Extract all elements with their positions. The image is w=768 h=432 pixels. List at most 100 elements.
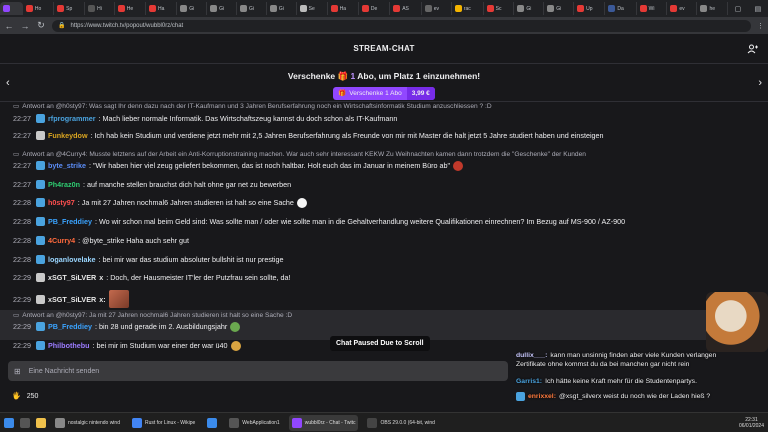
message-username[interactable]: xSGT_SiLVER — [48, 294, 96, 305]
message-username[interactable]: Philbothebu — [48, 340, 90, 351]
webcam-cat-image — [706, 292, 768, 352]
browser-tab[interactable]: he — [697, 2, 728, 15]
message-username[interactable]: xSGT_SiLVER — [48, 272, 96, 283]
tab-favicon — [670, 5, 678, 12]
chevron-left-icon[interactable]: ‹ — [6, 77, 10, 89]
browser-tab[interactable]: Gi — [177, 2, 208, 15]
browser-tab[interactable]: Gi — [237, 2, 267, 15]
browser-tab[interactable] — [0, 2, 23, 15]
message-username[interactable]: byte_strike — [48, 160, 86, 171]
chat-input[interactable]: ⊞ Eine Nachricht senden — [8, 361, 508, 381]
tab-favicon — [88, 5, 96, 12]
message-username[interactable]: h0sty97 — [48, 197, 75, 208]
tab-favicon — [117, 5, 125, 12]
browser-tab[interactable]: De — [359, 2, 391, 15]
browser-tab[interactable]: Sc — [484, 2, 515, 15]
channel-points[interactable]: 🖐 250 — [12, 392, 39, 401]
tab-label: Ha — [339, 5, 347, 12]
forward-icon[interactable]: → — [20, 21, 30, 31]
tab-favicon — [454, 5, 462, 12]
overlay-message: Zertifikate ohne kommst du da bei manche… — [516, 361, 689, 368]
message-username[interactable]: loganlovelake — [48, 254, 96, 265]
os-taskbar: nostalgic nintendo wind Rust for Linux - … — [0, 412, 768, 432]
username-suffix[interactable]: x: — [99, 294, 105, 305]
taskbar-app[interactable] — [204, 415, 220, 431]
browser-tab[interactable]: rac — [452, 2, 484, 15]
browser-tab[interactable]: AS — [390, 2, 422, 15]
reply-context: ▭ Antwort an @h0sty97: Ja mit 27 Jahren n… — [13, 311, 292, 320]
chat-message-list[interactable]: ▭ Antwort an @h0sty97: Was sagt Ihr denn … — [0, 102, 768, 356]
tab-favicon — [57, 5, 65, 12]
browser-tab[interactable]: He — [115, 2, 146, 15]
taskbar-app[interactable]: OBS 29.0.0 (64-bit, wind — [364, 415, 437, 431]
browser-tab[interactable]: Gi — [267, 2, 297, 15]
message-text: : Wo wir schon mal beim Geld sind: Was s… — [94, 217, 626, 226]
message-timestamp: 22:29 — [13, 322, 31, 331]
tab-favicon — [608, 5, 616, 12]
points-value: 250 — [26, 392, 39, 400]
browser-tab[interactable]: Ho — [23, 2, 55, 15]
window-controls[interactable]: ▢ ▤ — [728, 5, 768, 13]
browser-tab[interactable]: Da — [605, 2, 637, 15]
browser-tab[interactable]: Up — [574, 2, 606, 15]
chat-message: 22:29 xSGT_SiLVER x: — [13, 290, 129, 308]
emote-picker-icon[interactable]: ⊞ — [14, 367, 21, 376]
browser-tab[interactable]: Gi — [514, 2, 545, 15]
browser-tab[interactable]: Gi — [207, 2, 237, 15]
tab-label: Up — [586, 5, 593, 12]
message-text: : auf manche stellen brauchst dich halt … — [82, 180, 292, 189]
browser-tab[interactable]: Ha — [328, 2, 359, 15]
browser-tab[interactable]: Se — [297, 2, 328, 15]
tab-label: Sp — [66, 5, 73, 12]
emote-icon — [108, 290, 129, 308]
address-bar[interactable]: 🔒 https://www.twitch.tv/popout/wubbl0rz/… — [52, 19, 751, 32]
chat-message: 22:29 Philbothebu: bei mir im Studium war… — [13, 340, 241, 351]
app-label: Rust for Linux - Wikipe — [144, 419, 196, 426]
chevron-right-icon[interactable]: › — [758, 77, 762, 89]
reload-icon[interactable]: ↻ — [36, 20, 46, 31]
users-icon[interactable] — [747, 43, 759, 55]
files-icon[interactable] — [36, 417, 46, 428]
tab-favicon — [547, 5, 555, 12]
start-icon[interactable] — [4, 417, 14, 428]
message-username[interactable]: Funkeydow — [48, 130, 88, 141]
taskbar-app[interactable]: WebApplication1 — [226, 415, 282, 431]
browser-tab[interactable]: Sp — [54, 2, 86, 15]
app-label: OBS 29.0.0 (64-bit, wind — [380, 419, 435, 426]
message-username[interactable]: PB_Freddiey — [48, 216, 92, 227]
gift-headline: Verschenke 🎁 1 Abo, um Platz 1 einzunehm… — [287, 71, 481, 81]
subscriber-badge-icon — [36, 161, 45, 170]
app-icon — [229, 417, 240, 428]
chat-paused-button[interactable]: Chat Paused Due to Scroll — [330, 336, 430, 351]
browser-tab[interactable]: Hi — [85, 2, 115, 15]
message-timestamp: 22:27 — [13, 161, 31, 170]
taskbar-app[interactable]: wubbl0rz - Chat - Twitc — [288, 414, 359, 431]
back-icon[interactable]: ← — [4, 21, 14, 31]
chat-message: 22:29 xSGT_SiLVER x: Doch, der Hausmeister… — [13, 272, 291, 283]
message-username[interactable]: PB_Freddiey — [48, 321, 92, 332]
url-text: https://www.twitch.tv/popout/wubbl0rz/ch… — [70, 22, 184, 29]
browser-tab[interactable]: ev — [667, 2, 698, 15]
taskbar-app[interactable]: nostalgic nintendo wind — [52, 415, 123, 431]
browser-tab[interactable]: ev — [422, 2, 452, 15]
tab-label: ev — [433, 5, 439, 12]
username-suffix[interactable]: x — [99, 272, 103, 283]
gift-sub-button[interactable]: 🎁 Verschenke 1 Abo 3,99 € — [333, 86, 435, 100]
message-username[interactable]: rfprogrammer — [48, 113, 96, 124]
message-text: : Mach lieber normale Informatik. Das Wi… — [98, 114, 398, 123]
browser-tab[interactable]: Ha — [146, 2, 178, 15]
reply-icon: ▭ — [13, 103, 20, 110]
browser-tab[interactable]: Wi — [637, 2, 668, 15]
message-timestamp: 22:29 — [13, 294, 31, 304]
extension-icon[interactable]: ⋮ — [757, 22, 764, 30]
tab-label: Gi — [219, 5, 225, 12]
message-username[interactable]: Ph4raz0n — [48, 179, 80, 190]
clock[interactable]: 22:31 06/01/2024 — [739, 417, 764, 429]
browser-tab[interactable]: Gi — [544, 2, 575, 15]
message-username[interactable]: 4Curry4 — [48, 235, 75, 246]
taskbar-app[interactable]: Rust for Linux - Wikipe — [129, 415, 198, 431]
tab-label: Gi — [189, 5, 195, 12]
search-icon[interactable] — [20, 417, 30, 428]
subscriber-badge-icon — [36, 322, 45, 331]
chat-input-placeholder: Eine Nachricht senden — [28, 367, 100, 375]
